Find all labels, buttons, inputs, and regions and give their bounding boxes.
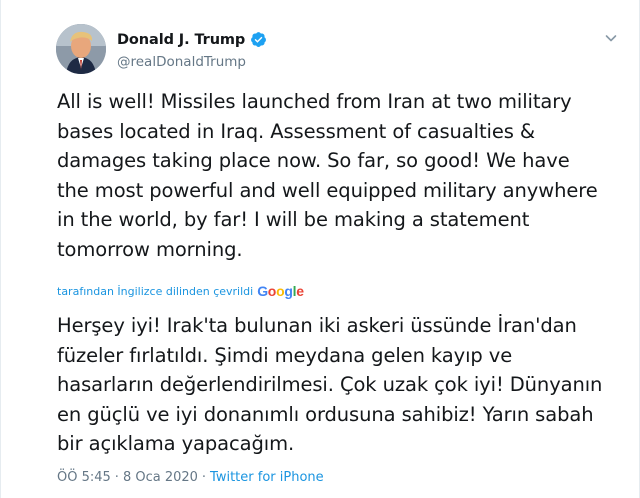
avatar[interactable]: [56, 24, 106, 74]
verified-badge-icon: [250, 31, 267, 48]
avatar-image: [56, 24, 106, 74]
chevron-down-icon[interactable]: [603, 30, 619, 46]
translation-attribution[interactable]: tarafından İngilizce dilinden çevrildi G…: [57, 283, 304, 299]
tweet-date[interactable]: 8 Oca 2020: [123, 470, 198, 485]
name-row: Donald J. Trump: [117, 31, 267, 48]
translation-attribution-text[interactable]: tarafından İngilizce dilinden çevrildi: [57, 285, 253, 298]
tweet-source-link[interactable]: Twitter for iPhone: [210, 470, 324, 485]
tweet-text: All is well! Missiles launched from Iran…: [57, 90, 598, 261]
google-logo-icon: Google: [257, 283, 304, 299]
user-handle[interactable]: @realDonaldTrump: [117, 54, 246, 70]
translated-tweet-text: Herşey iyi! Irak'ta bulunan iki askeri ü…: [57, 314, 603, 455]
display-name[interactable]: Donald J. Trump: [117, 32, 245, 48]
meta-separator: ·: [114, 470, 119, 485]
tweet-metadata: ÖÖ 5:45 · 8 Oca 2020 · Twitter for iPhon…: [57, 470, 324, 485]
tweet-time[interactable]: ÖÖ 5:45: [57, 470, 111, 485]
meta-separator: ·: [201, 470, 207, 485]
tweet-card: Donald J. Trump @realDonaldTrump All is …: [0, 0, 640, 498]
tweet-header: Donald J. Trump @realDonaldTrump: [56, 24, 619, 76]
